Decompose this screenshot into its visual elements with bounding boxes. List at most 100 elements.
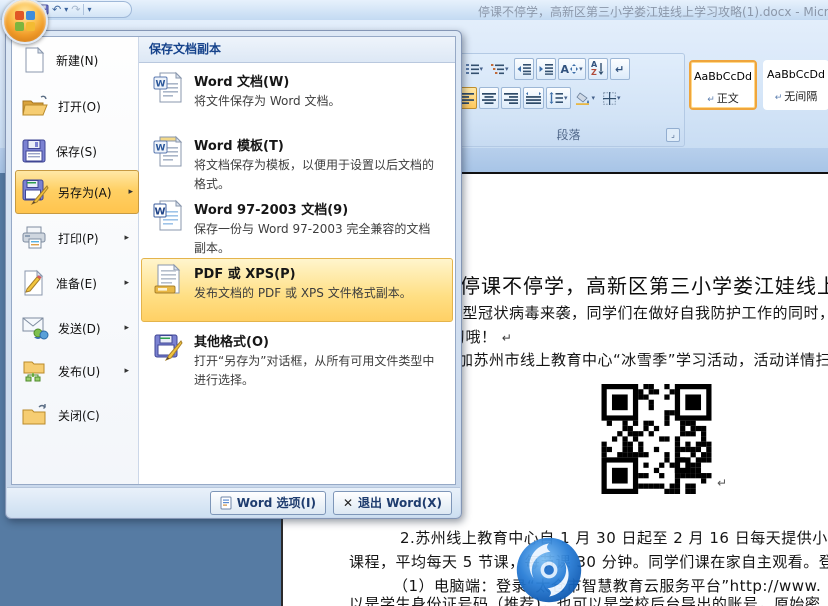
- undo-icon[interactable]: ↶: [52, 4, 61, 15]
- prepare-document-icon: [21, 269, 47, 297]
- title-bar: ↶ ▾ ↷ ▾ 停课不停学，高新区第三小学娄江娃线上学习攻略(1).docx -…: [0, 0, 828, 20]
- submenu-item-pdf-xps[interactable]: PDF 或 XPS(P) 发布文档的 PDF 或 XPS 文件格式副本。: [141, 258, 453, 322]
- document-text-line: 加苏州市线上教育中心“冰雪季”学习活动，活动详情扫描二: [458, 349, 828, 370]
- style-card-normal[interactable]: AaBbCcDd ↵正文: [689, 60, 757, 110]
- office-button[interactable]: [2, 0, 48, 44]
- paragraph-group-label: 段落: [453, 126, 684, 143]
- line-spacing-icon: [549, 92, 563, 104]
- word-options-icon: [220, 496, 232, 510]
- align-center-button[interactable]: [479, 87, 499, 109]
- align-left-icon: [460, 92, 474, 104]
- office-menu-footer: Word 选项(I) ✕ 退出 Word(X): [7, 487, 460, 517]
- submenu-item-word-template[interactable]: W Word 模板(T) 将文档保存为模板，以便用于设置以后文档的格式。: [141, 130, 453, 192]
- paragraph-group: ▾ ▾ ▾: [452, 53, 685, 147]
- word-97-2003-icon: W: [152, 199, 184, 233]
- show-hide-marks-button[interactable]: ↵: [610, 58, 630, 80]
- submenu-header: 保存文档副本: [139, 37, 455, 63]
- submenu-arrow-icon: ▸: [124, 323, 129, 333]
- dropdown-icon: ▾: [617, 94, 621, 102]
- decrease-indent-icon: [517, 63, 531, 75]
- line-spacing-button[interactable]: ▾: [546, 87, 571, 109]
- submenu-item-word-97-2003[interactable]: W Word 97-2003 文档(9) 保存一份与 Word 97-2003 …: [141, 194, 453, 256]
- dropdown-icon: ▾: [579, 65, 583, 73]
- document-text-line: 以是学生身份证号码（推荐)，也可以是学校后台导出的账号，原始密: [349, 593, 820, 606]
- office-menu-submenu: 保存文档副本 W Word 文档(W) 将文件保存为 Word 文档。: [139, 37, 455, 484]
- style-name: ↵无间隔: [763, 88, 828, 104]
- redo-icon: ↷: [71, 4, 80, 15]
- office-menu-left-column: 新建(N) 打开(O): [12, 37, 139, 484]
- submenu-arrow-icon: ▸: [128, 187, 133, 197]
- increase-indent-button[interactable]: [536, 58, 556, 80]
- office-menu: 新建(N) 打开(O): [5, 30, 462, 519]
- pdf-xps-icon: [152, 263, 184, 297]
- window-title: 停课不停学，高新区第三小学娄江娃线上学习攻略(1).docx - Micr: [478, 3, 828, 20]
- submenu-item-word-document[interactable]: W Word 文档(W) 将文件保存为 Word 文档。: [141, 66, 453, 118]
- align-right-icon: [504, 92, 518, 104]
- menu-item-send[interactable]: 发送(D) ▸: [15, 307, 135, 349]
- send-email-icon: [21, 315, 49, 341]
- asian-layout-button[interactable]: A ▾: [558, 58, 586, 80]
- justify-button[interactable]: [523, 87, 544, 109]
- svg-text:W: W: [154, 207, 165, 218]
- enter-mark-icon: ↵: [707, 95, 715, 105]
- menu-item-print[interactable]: 打印(P) ▸: [15, 217, 135, 259]
- menu-item-close[interactable]: 关闭(C): [15, 394, 135, 436]
- enter-mark-icon: ↵: [775, 93, 783, 103]
- submenu-arrow-icon: ▸: [124, 233, 129, 243]
- justify-icon: [526, 92, 541, 104]
- svg-text:W: W: [156, 80, 166, 90]
- paragraph-dialog-launcher[interactable]: ⌟: [666, 128, 680, 142]
- open-folder-icon: [21, 93, 49, 119]
- blue-swirl-watermark: [514, 535, 584, 605]
- numbering-button[interactable]: ▾: [463, 58, 487, 80]
- menu-item-open[interactable]: 打开(O): [15, 85, 135, 127]
- dropdown-icon: ▾: [564, 94, 568, 102]
- exit-word-button[interactable]: ✕ 退出 Word(X): [333, 491, 452, 515]
- menu-item-save[interactable]: 保存(S): [15, 130, 135, 172]
- style-sample-text: AaBbCcDd: [691, 70, 755, 83]
- asian-layout-arrows-icon: [570, 64, 578, 74]
- save-floppy-icon: [21, 138, 47, 164]
- document-text-line: 新型冠状病毒来袭，同学们在做好自我防护工作的同时，可以: [447, 302, 828, 323]
- undo-dropdown-icon[interactable]: ▾: [64, 5, 68, 14]
- shading-button[interactable]: ▾: [573, 87, 599, 109]
- sort-button[interactable]: AZ: [588, 58, 608, 80]
- svg-text:W: W: [156, 144, 166, 154]
- multilevel-list-button[interactable]: ▾: [488, 58, 512, 80]
- menu-item-save-as[interactable]: 另存为(A) ▸: [15, 170, 139, 214]
- document-text-line: 2.苏州线上教育中心自 1 月 30 日起至 2 月 16 日每天提供小学一至: [400, 527, 828, 548]
- asian-layout-icon: A: [561, 64, 570, 75]
- paragraph-mark: ↵: [502, 331, 513, 345]
- document-heading: 停课不停学，高新区第三小学娄江娃线上学习攻略: [460, 270, 828, 299]
- sort-icon: AZ: [591, 61, 597, 77]
- increase-indent-icon: [539, 63, 553, 75]
- menu-item-publish[interactable]: 发布(U) ▸: [15, 350, 135, 392]
- other-formats-icon: [152, 331, 184, 365]
- decrease-indent-button[interactable]: [514, 58, 534, 80]
- word-options-button[interactable]: Word 选项(I): [210, 491, 326, 515]
- borders-button[interactable]: ▾: [600, 87, 624, 109]
- word-application-window: ↶ ▾ ↷ ▾ 停课不停学，高新区第三小学娄江娃线上学习攻略(1).docx -…: [0, 0, 828, 606]
- submenu-item-other-formats[interactable]: 其他格式(O) 打开“另存为”对话框，从所有可用文件类型中进行选择。: [141, 326, 453, 388]
- align-right-button[interactable]: [501, 87, 521, 109]
- publish-folder-icon: [21, 358, 49, 384]
- dropdown-icon: ▾: [480, 65, 484, 73]
- word-template-icon: W: [152, 135, 184, 169]
- dropdown-icon: ▾: [592, 94, 596, 102]
- office-logo-icon: [15, 11, 35, 31]
- new-document-icon: [21, 46, 47, 74]
- multilevel-list-icon: [491, 63, 504, 75]
- paragraph-mark-icon: ↵: [615, 64, 624, 75]
- customize-qat-icon[interactable]: ▾: [87, 5, 91, 14]
- menu-item-prepare[interactable]: 准备(E) ▸: [15, 262, 135, 304]
- style-name: ↵正文: [691, 90, 755, 106]
- shading-bucket-icon: [576, 92, 591, 105]
- word-document-icon: W: [152, 71, 184, 105]
- close-x-icon: ✕: [343, 496, 353, 510]
- style-card-no-spacing[interactable]: AaBbCcDd ↵无间隔: [763, 60, 828, 110]
- document-text-line: 课程，平均每天 5 节课，每节课 30 分钟。同学们课在家自主观看。登: [349, 551, 828, 572]
- printer-icon: [21, 225, 49, 251]
- menu-item-new[interactable]: 新建(N): [15, 39, 135, 81]
- sort-arrow-icon: [598, 63, 604, 75]
- borders-grid-icon: [603, 92, 616, 105]
